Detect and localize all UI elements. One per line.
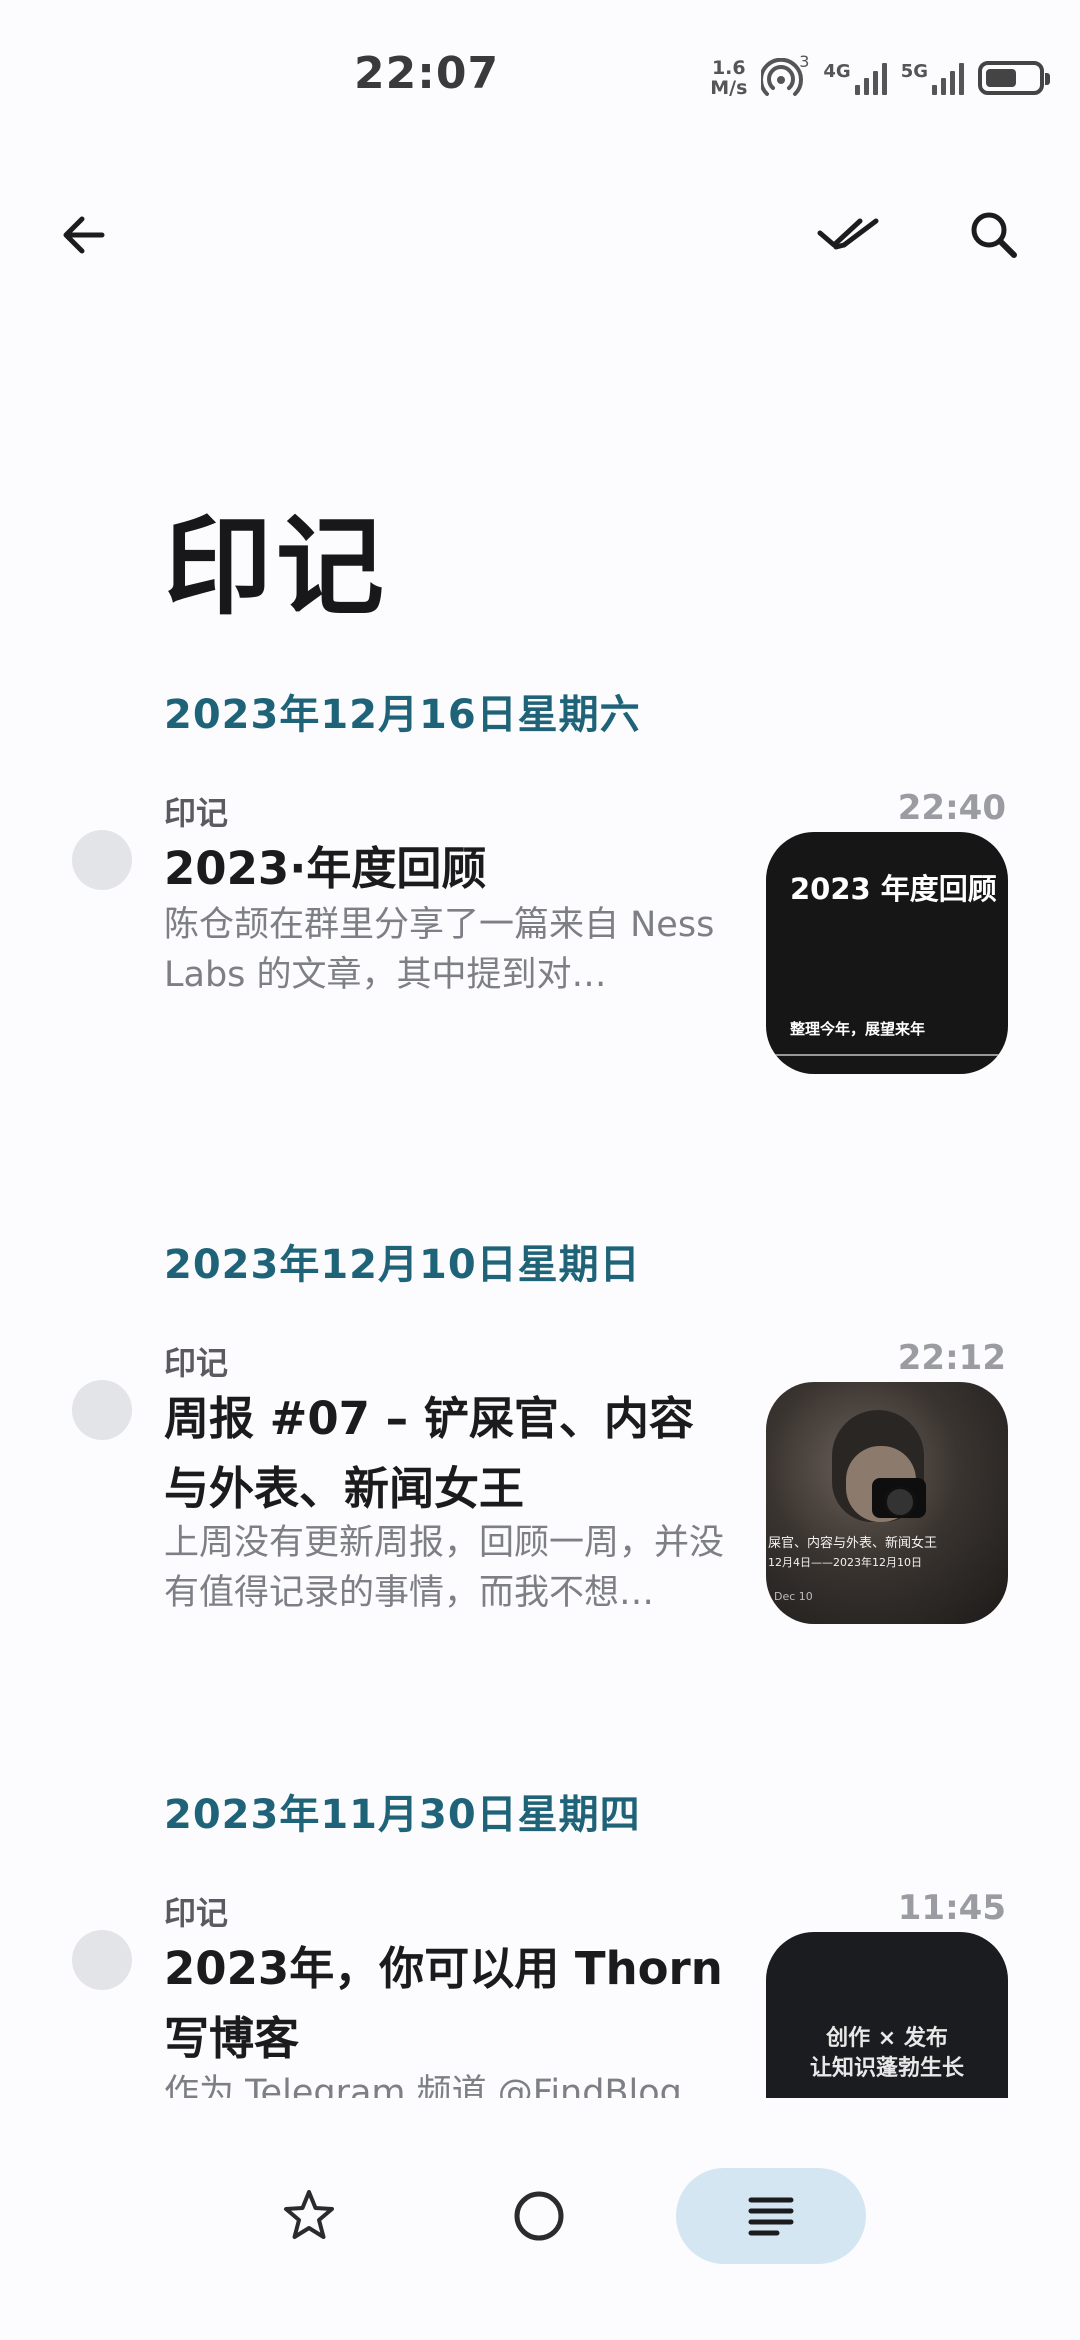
date-header: 2023年11月30日星期四 bbox=[164, 1792, 641, 1838]
entry-title: 2023年，你可以用 Thorn 写博客 bbox=[164, 1942, 723, 2065]
entry-time: 11:45 bbox=[897, 1888, 1006, 1928]
camera-lens bbox=[884, 1486, 916, 1518]
entry-excerpt: 作为 Telegram 频道 @FindBlog bbox=[164, 2073, 682, 2098]
thumbnail-caption-date: 12月4日——2023年12月10日 bbox=[768, 1556, 922, 1569]
entry-thumbnail: 2023 年度回顾 整理今年，展望来年 bbox=[766, 832, 1008, 1074]
entry-title: 2023·年度回顾 bbox=[164, 842, 487, 895]
circle-icon bbox=[514, 2191, 564, 2241]
entry-excerpt: 陈仓颉在群里分享了一篇来自 Ness Labs 的文章，其中提到对… bbox=[164, 905, 715, 995]
entry-thumbnail: 屎官、内容与外表、新闻女王 12月4日——2023年12月10日 Dec 10 bbox=[766, 1382, 1008, 1624]
entry-source-tag: 印记 bbox=[164, 794, 229, 832]
date-header: 2023年12月16日星期六 bbox=[164, 692, 641, 738]
thumbnail-line-2: 让知识蓬勃生长 bbox=[809, 2056, 964, 2081]
thumbnail-caption: 屎官、内容与外表、新闻女王 bbox=[768, 1536, 938, 1551]
feed-scroll-area[interactable]: 印记 2023年12月16日星期六 印记 22:40 2023·年度回顾 陈仓颉… bbox=[0, 0, 1080, 2098]
feed-entry[interactable]: 印记 11:45 2023年，你可以用 Thorn 写博客 作为 Telegra… bbox=[0, 1888, 1080, 2098]
read-status-toggle[interactable] bbox=[72, 1930, 132, 1990]
entry-source-tag: 印记 bbox=[164, 1894, 229, 1932]
thumbnail-divider bbox=[766, 1054, 1008, 1056]
thumbnail-caption-short: Dec 10 bbox=[774, 1590, 813, 1603]
feed-entry[interactable]: 印记 22:40 2023·年度回顾 陈仓颉在群里分享了一篇来自 Ness La… bbox=[0, 788, 1080, 1074]
feed-entry[interactable]: 印记 22:12 周报 #07 – 铲屎官、内容与外表、新闻女王 上周没有更新周… bbox=[0, 1338, 1080, 1624]
nav-unread[interactable] bbox=[444, 2168, 634, 2264]
nav-all-articles[interactable] bbox=[676, 2168, 866, 2264]
entry-excerpt: 上周没有更新周报，回顾一周，并没有值得记录的事情，而我不想… bbox=[164, 1523, 725, 1613]
entry-time: 22:40 bbox=[897, 788, 1006, 828]
thumbnail-line-1: 创作 × 发布 bbox=[826, 2026, 948, 2051]
bottom-navigation bbox=[0, 2098, 1080, 2340]
read-status-toggle[interactable] bbox=[72, 830, 132, 890]
entry-title: 周报 #07 – 铲屎官、内容与外表、新闻女王 bbox=[164, 1392, 694, 1515]
entry-thumbnail: 创作 × 发布 让知识蓬勃生长 bbox=[766, 1932, 1008, 2098]
star-icon bbox=[284, 2190, 334, 2239]
nav-starred[interactable] bbox=[214, 2168, 404, 2264]
list-icon bbox=[748, 2197, 794, 2236]
date-header: 2023年12月10日星期日 bbox=[164, 1242, 641, 1288]
entry-time: 22:12 bbox=[897, 1338, 1006, 1378]
thumbnail-title: 2023 年度回顾 bbox=[790, 872, 997, 906]
entry-source-tag: 印记 bbox=[164, 1344, 229, 1382]
read-status-toggle[interactable] bbox=[72, 1380, 132, 1440]
thumbnail-subtitle: 整理今年，展望来年 bbox=[790, 1020, 926, 1038]
page-title: 印记 bbox=[164, 505, 389, 630]
